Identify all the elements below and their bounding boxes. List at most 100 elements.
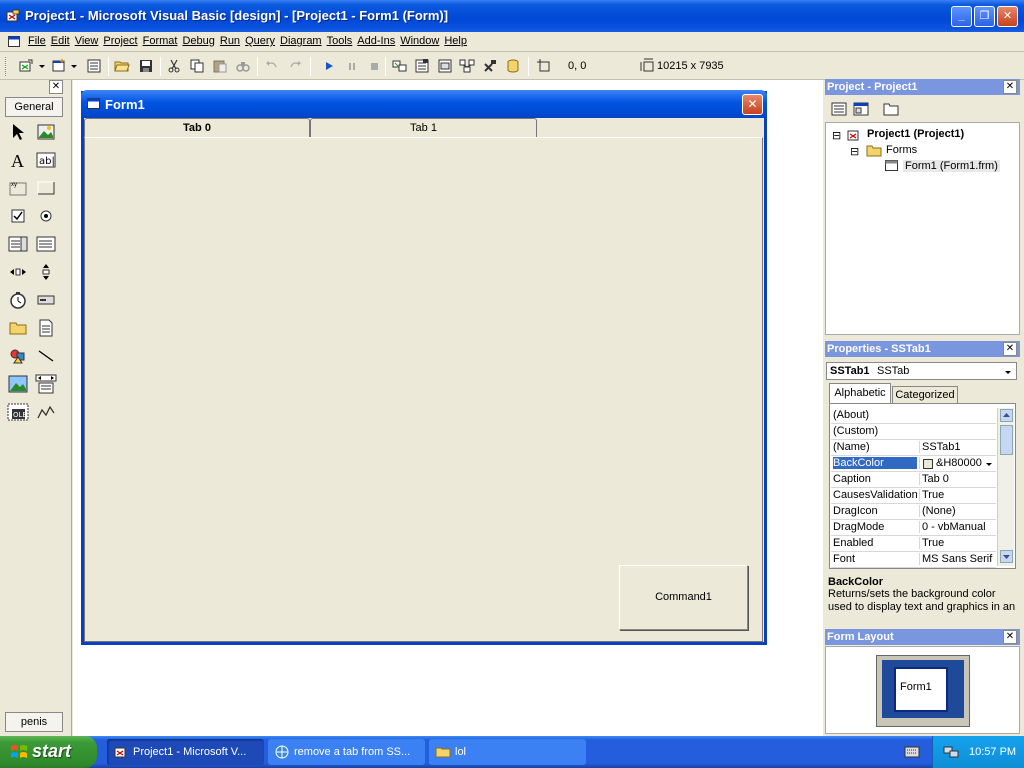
- taskbar-item-folder[interactable]: lol: [429, 739, 586, 765]
- menu-query[interactable]: Query: [245, 35, 280, 47]
- toolbar-grip[interactable]: [5, 57, 8, 76]
- toolbox-close-button[interactable]: ✕: [49, 80, 63, 94]
- frame-tool[interactable]: xy: [7, 177, 29, 199]
- prop-value[interactable]: True: [919, 537, 996, 549]
- dropdown-arrow-icon[interactable]: [38, 58, 46, 74]
- taskbar-item-browser[interactable]: remove a tab from SS...: [268, 739, 425, 765]
- run-icon[interactable]: [321, 58, 337, 74]
- minimize-button[interactable]: _: [951, 6, 972, 27]
- menu-help[interactable]: Help: [444, 35, 472, 47]
- chevron-down-icon[interactable]: [983, 458, 995, 469]
- line-tool[interactable]: [35, 345, 57, 367]
- add-project-icon[interactable]: [18, 58, 34, 74]
- menu-edit[interactable]: Edit: [51, 35, 75, 47]
- open-folder-icon[interactable]: [114, 58, 130, 74]
- view-code-icon[interactable]: [831, 101, 847, 117]
- scroll-down-icon[interactable]: [1000, 550, 1013, 563]
- listbox-tool[interactable]: [35, 233, 57, 255]
- prop-value[interactable]: 0 - vbManual: [919, 521, 996, 533]
- tree-forms-label[interactable]: Forms: [886, 144, 917, 156]
- close-button[interactable]: ✕: [997, 6, 1018, 27]
- toolbox-icon[interactable]: [482, 58, 498, 74]
- find-icon[interactable]: [235, 58, 251, 74]
- mdi-form-icon[interactable]: [8, 36, 20, 47]
- form1-close-button[interactable]: ✕: [742, 94, 763, 115]
- title-bar[interactable]: Project1 - Microsoft Visual Basic [desig…: [0, 0, 1024, 32]
- commandbutton-tool[interactable]: [35, 177, 57, 199]
- prop-row[interactable]: Enabled True: [831, 536, 996, 552]
- image-tool[interactable]: [7, 373, 29, 395]
- prop-value[interactable]: MS Sans Serif: [919, 553, 996, 565]
- menu-add-ins[interactable]: Add-Ins: [357, 35, 400, 47]
- filelistbox-tool[interactable]: [35, 317, 57, 339]
- menu-format[interactable]: Format: [143, 35, 183, 47]
- taskbar-item-vb[interactable]: Project1 - Microsoft V...: [107, 739, 264, 765]
- start-button[interactable]: start: [0, 736, 97, 768]
- data-view-icon[interactable]: [505, 58, 521, 74]
- menu-project[interactable]: Project: [103, 35, 142, 47]
- save-icon[interactable]: [138, 58, 154, 74]
- pointer-tool[interactable]: [7, 121, 29, 143]
- prop-value[interactable]: (None): [919, 505, 996, 517]
- toolbox-tab-general[interactable]: General: [5, 97, 63, 117]
- menu-view[interactable]: View: [75, 35, 104, 47]
- tree-project-label[interactable]: Project1 (Project1): [867, 128, 964, 140]
- menu-editor-icon[interactable]: [86, 58, 102, 74]
- prop-value[interactable]: Tab 0: [919, 473, 996, 485]
- tree-forms-expander[interactable]: ⊟: [850, 145, 859, 158]
- properties-window-icon[interactable]: [414, 58, 430, 74]
- prop-row[interactable]: DragMode 0 - vbManual: [831, 520, 996, 536]
- prop-row[interactable]: (About): [831, 408, 996, 424]
- project-panel-close-button[interactable]: ✕: [1003, 80, 1017, 94]
- drivelistbox-tool[interactable]: [35, 289, 57, 311]
- copy-icon[interactable]: [189, 58, 205, 74]
- checkbox-tool[interactable]: [7, 205, 29, 227]
- tree-form1-item[interactable]: Form1 (Form1.frm): [903, 160, 1000, 172]
- textbox-tool[interactable]: ab|: [35, 149, 57, 171]
- menu-debug[interactable]: Debug: [182, 35, 219, 47]
- data-tool[interactable]: [35, 373, 57, 395]
- prop-row[interactable]: Caption Tab 0: [831, 472, 996, 488]
- project-explorer-icon[interactable]: [392, 58, 408, 74]
- label-tool[interactable]: A: [7, 149, 29, 171]
- prop-row[interactable]: (Name) SSTab1: [831, 440, 996, 456]
- prop-row[interactable]: DragIcon (None): [831, 504, 996, 520]
- view-object-icon[interactable]: [853, 101, 869, 117]
- tab-alphabetic[interactable]: Alphabetic: [829, 383, 891, 403]
- shape-tool[interactable]: [7, 345, 29, 367]
- restore-button[interactable]: ❐: [974, 6, 995, 27]
- tree-project-expander[interactable]: ⊟: [832, 129, 841, 142]
- tab-0[interactable]: Tab 0: [84, 118, 310, 138]
- tab-categorized[interactable]: Categorized: [892, 386, 958, 403]
- hscrollbar-tool[interactable]: [7, 261, 29, 283]
- pause-icon[interactable]: [344, 58, 360, 74]
- prop-row[interactable]: CausesValidation True: [831, 488, 996, 504]
- optionbutton-tool[interactable]: [35, 205, 57, 227]
- prop-value[interactable]: &H80000: [919, 457, 996, 469]
- command1-button[interactable]: Command1: [619, 565, 748, 630]
- menu-tools[interactable]: Tools: [327, 35, 358, 47]
- add-form-icon[interactable]: [51, 58, 67, 74]
- prop-value[interactable]: SSTab1: [919, 441, 996, 453]
- clock[interactable]: 10:57 PM: [969, 746, 1016, 758]
- paste-icon[interactable]: [212, 58, 228, 74]
- menu-file[interactable]: File: [28, 35, 51, 47]
- prop-row[interactable]: (Custom): [831, 424, 996, 440]
- cut-icon[interactable]: [166, 58, 182, 74]
- menu-diagram[interactable]: Diagram: [280, 35, 327, 47]
- object-selector[interactable]: SSTab1 SSTab: [826, 362, 1017, 380]
- tab-1[interactable]: Tab 1: [310, 118, 537, 138]
- properties-scrollbar[interactable]: [997, 408, 1014, 566]
- timer-tool[interactable]: [7, 289, 29, 311]
- combobox-tool[interactable]: [7, 233, 29, 255]
- dirlistbox-tool[interactable]: [7, 317, 29, 339]
- form-layout-icon[interactable]: [437, 58, 453, 74]
- scroll-thumb[interactable]: [1000, 425, 1013, 455]
- object-browser-icon[interactable]: [459, 58, 475, 74]
- prop-row-selected[interactable]: BackColor &H80000: [831, 456, 996, 472]
- sstab-tool[interactable]: [35, 401, 57, 423]
- form-preview[interactable]: Form1: [894, 667, 948, 712]
- toggle-folders-icon[interactable]: [883, 101, 899, 117]
- network-icon[interactable]: [943, 744, 959, 760]
- picturebox-tool[interactable]: [35, 121, 57, 143]
